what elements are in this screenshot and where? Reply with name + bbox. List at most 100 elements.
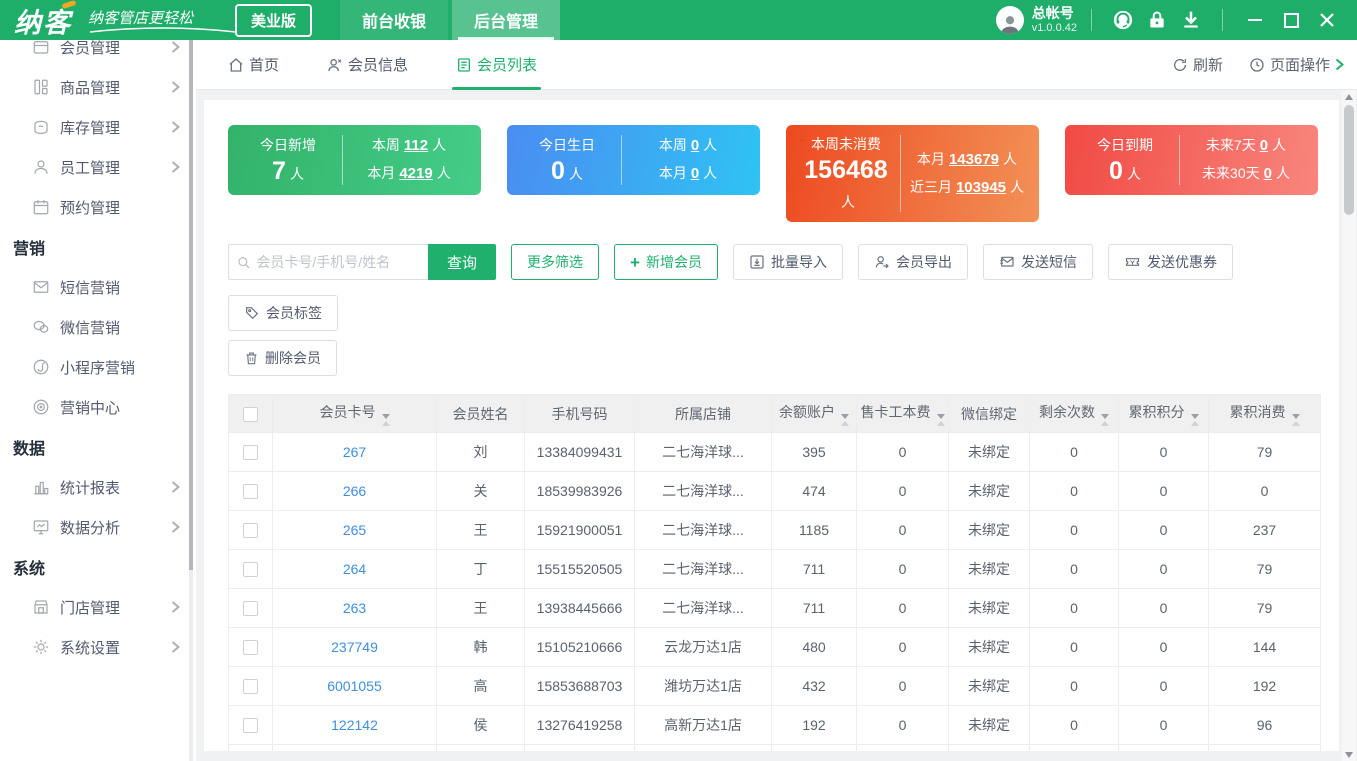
lock-icon[interactable] [1140,5,1174,35]
row-checkbox[interactable] [243,640,258,655]
sidebar-item-staff-mgmt[interactable]: 员工管理 [0,147,196,187]
home-icon [228,57,244,73]
delete-member-button[interactable]: 删除会员 [228,340,337,376]
member-card-link[interactable]: 263 [343,600,366,616]
send-coupon-button[interactable]: 发送优惠券 [1108,244,1233,280]
cell-points: 0 [1119,745,1209,752]
stat-link[interactable]: 未来30天0人 [1186,163,1306,185]
batch-import-button[interactable]: 批量导入 [733,244,843,280]
stat-link[interactable]: 本月0人 [628,163,748,185]
sidebar-item-miniprogram-marketing[interactable]: 小程序营销 [0,347,196,387]
stat-link[interactable]: 本月4219人 [349,163,469,185]
member-card-link[interactable]: 122142 [331,717,378,733]
select-all-checkbox[interactable] [243,407,258,422]
stat-link[interactable]: 本月143679人 [907,149,1027,171]
row-checkbox[interactable] [243,718,258,733]
cell-phone: 15853688703 [525,667,635,706]
stat-link[interactable]: 本周0人 [628,135,748,157]
sort-icons[interactable] [1191,414,1199,426]
col-balance[interactable]: 余额账户 [772,395,857,433]
col-name: 会员姓名 [437,395,525,433]
cell-points: 0 [1119,628,1209,667]
avatar[interactable] [996,6,1024,34]
row-checkbox[interactable] [243,562,258,577]
member-card-link[interactable]: 266 [343,483,366,499]
sort-icons[interactable] [382,414,390,426]
cell-phone: 15889490803 [525,745,635,752]
import-icon [749,254,765,270]
scroll-up-arrow[interactable] [1342,90,1356,103]
sidebar-scrollbar-thumb[interactable] [189,40,193,570]
search-input[interactable] [256,254,420,270]
tab-home[interactable]: 首页 [228,40,279,90]
more-filter-button[interactable]: 更多筛选 [511,244,599,280]
col-consumption[interactable]: 累积消费 [1209,395,1321,433]
cell-phone: 13276419258 [525,706,635,745]
cell-remaining: 0 [1030,589,1119,628]
sidebar-item-member-mgmt[interactable]: 会员管理 [0,40,196,67]
col-points[interactable]: 累积积分 [1119,395,1209,433]
table-row: A02862吴15889490803东莞虎门万达1920未绑定00192 [229,745,1321,752]
coupon-icon [1124,254,1141,270]
tab-front-cashier[interactable]: 前台收银 [340,0,448,40]
add-member-button[interactable]: +新增会员 [614,244,718,280]
table-row: 122142侯13276419258高新万达1店1920未绑定0096 [229,706,1321,745]
row-checkbox[interactable] [243,445,258,460]
edition-badge[interactable]: 美业版 [235,4,312,37]
col-card-no[interactable]: 会员卡号 [273,395,437,433]
support-headset-icon[interactable] [1106,5,1140,35]
cell-points: 0 [1119,550,1209,589]
member-card-link[interactable]: 237749 [331,639,378,655]
sidebar-item-store-mgmt[interactable]: 门店管理 [0,587,196,627]
main-scrollbar-thumb[interactable] [1344,105,1354,215]
sidebar-item-system-settings[interactable]: 系统设置 [0,627,196,667]
col-remaining[interactable]: 剩余次数 [1030,395,1119,433]
stat-link[interactable]: 本周112人 [349,135,469,157]
download-icon[interactable] [1174,5,1208,35]
page-operations-button[interactable]: 页面操作 [1249,54,1344,75]
sort-icons[interactable] [841,414,849,426]
search-button[interactable]: 查询 [428,244,496,280]
sidebar-item-wechat-marketing[interactable]: 微信营销 [0,307,196,347]
sort-icons[interactable] [1292,414,1300,426]
sidebar-item-sms-marketing[interactable]: 短信营销 [0,267,196,307]
cell-card_fee: 0 [857,706,949,745]
member-card-link[interactable]: 264 [343,561,366,577]
stat-link[interactable]: 近三月103945人 [907,177,1027,199]
member-card-link[interactable]: 265 [343,522,366,538]
cell-card_fee: 0 [857,511,949,550]
member-card-link[interactable]: 6001055 [327,678,382,694]
sidebar-item-data-analysis[interactable]: 数据分析 [0,507,196,547]
member-export-button[interactable]: 会员导出 [858,244,968,280]
cell-consumption: 144 [1209,628,1321,667]
sort-icons[interactable] [1101,414,1109,426]
stat-link[interactable]: 未来7天0人 [1186,135,1306,157]
cell-card_no: 267 [273,433,437,472]
sidebar-item-inventory-mgmt[interactable]: 库存管理 [0,107,196,147]
cell-consumption: 79 [1209,550,1321,589]
col-card-fee[interactable]: 售卡工本费 [857,395,949,433]
minimize-button[interactable] [1237,5,1273,35]
main-scrollbar[interactable] [1342,90,1356,761]
refresh-button[interactable]: 刷新 [1172,54,1223,75]
row-checkbox[interactable] [243,601,258,616]
close-button[interactable] [1309,5,1345,35]
sidebar-item-appointment-mgmt[interactable]: 预约管理 [0,187,196,227]
send-sms-button[interactable]: 发送短信 [983,244,1093,280]
member-card-link[interactable]: 267 [343,444,366,460]
row-checkbox[interactable] [243,523,258,538]
sort-icons[interactable] [937,414,945,426]
sidebar-item-marketing-center[interactable]: 营销中心 [0,387,196,427]
sidebar-item-goods-mgmt[interactable]: 商品管理 [0,67,196,107]
row-checkbox[interactable] [243,679,258,694]
maximize-button[interactable] [1273,5,1309,35]
row-checkbox[interactable] [243,484,258,499]
sidebar-item-statistics-report[interactable]: 统计报表 [0,467,196,507]
cell-wechat: 未绑定 [949,745,1030,752]
member-tag-button[interactable]: 会员标签 [228,295,338,331]
tab-backoffice[interactable]: 后台管理 [452,0,560,40]
tab-member-list[interactable]: 会员列表 [456,40,537,90]
scroll-down-arrow[interactable] [1342,748,1356,761]
cell-phone: 18539983926 [525,472,635,511]
tab-member-info[interactable]: 会员信息 [327,40,408,90]
